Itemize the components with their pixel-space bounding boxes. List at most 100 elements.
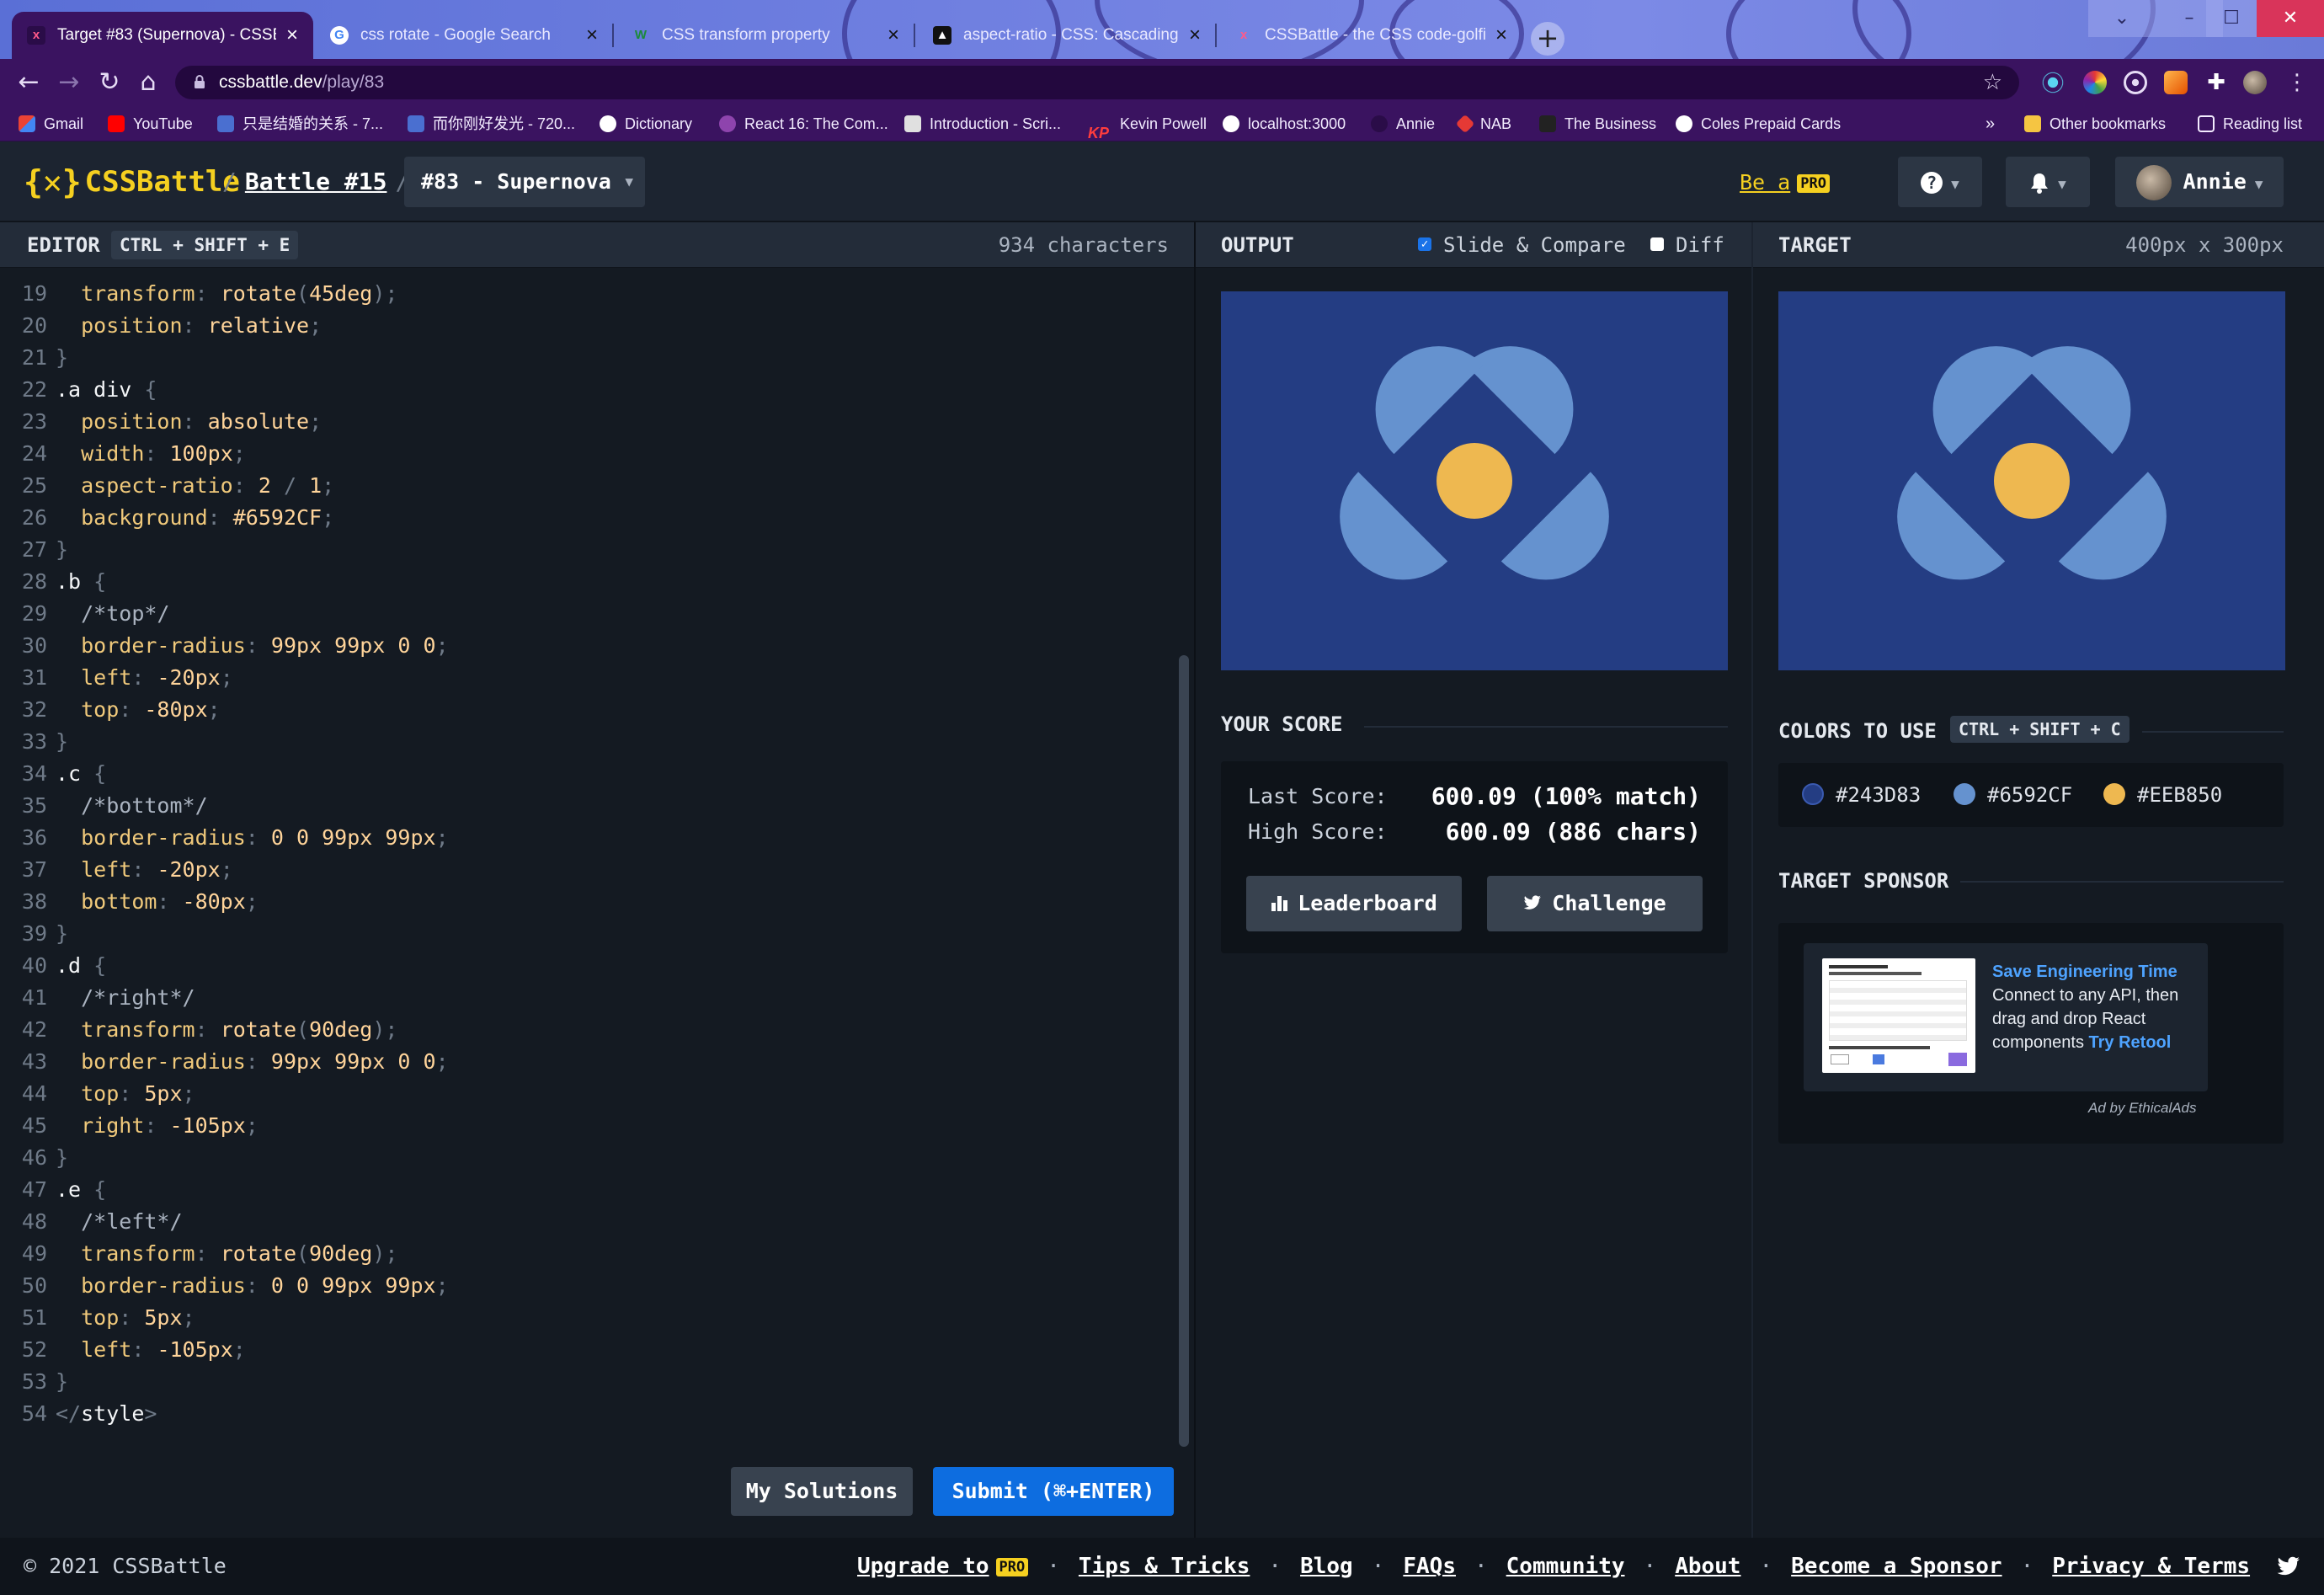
target-select[interactable]: #83 - Supernova ▼ xyxy=(404,157,645,207)
ad-cta-link[interactable]: Try Retool xyxy=(2089,1033,2172,1052)
user-menu-button[interactable]: Annie ▼ xyxy=(2115,157,2284,207)
profile-avatar-icon[interactable] xyxy=(2243,71,2267,94)
help-menu-button[interactable]: ? ▼ xyxy=(1898,157,1982,207)
bookmark-introduction[interactable]: Introduction - Scri... xyxy=(904,106,1061,141)
editor-scrollbar[interactable] xyxy=(1179,655,1189,1447)
code-line[interactable]: border-radius: 0 0 99px 99px; xyxy=(56,1273,449,1298)
color-picker-extension-icon[interactable] xyxy=(2083,71,2107,94)
footer-link-sponsor[interactable]: Become a Sponsor xyxy=(1791,1554,2002,1579)
reading-list[interactable]: Reading list xyxy=(2198,106,2302,141)
code-line[interactable]: aspect-ratio: 2 / 1; xyxy=(56,473,334,498)
code-line[interactable]: } xyxy=(56,537,68,562)
code-line[interactable]: top: -80px; xyxy=(56,697,221,722)
bookmark-star-icon[interactable]: ☆ xyxy=(1983,66,2002,99)
tab-cssbattle-target[interactable]: x Target #83 (Supernova) - CSSBattle × xyxy=(12,12,313,59)
footer-link-community[interactable]: Community xyxy=(1506,1554,1625,1579)
code-line[interactable]: .e { xyxy=(56,1177,106,1202)
sponsor-ad[interactable]: Save Engineering Time Connect to any API… xyxy=(1804,943,2208,1091)
browser-menu-icon[interactable]: ⋮ xyxy=(2282,67,2312,98)
code-line[interactable]: border-radius: 0 0 99px 99px; xyxy=(56,825,449,850)
be-a-pro-link[interactable]: Be a PRO xyxy=(1740,168,1830,197)
checkbox-checked-icon[interactable]: ✓ xyxy=(1418,237,1431,251)
footer-link-privacy[interactable]: Privacy & Terms xyxy=(2052,1554,2250,1579)
bookmark-youtube[interactable]: YouTube xyxy=(108,106,193,141)
code-line[interactable]: transform: rotate(90deg); xyxy=(56,1017,397,1042)
code-line[interactable]: } xyxy=(56,729,68,754)
tab-cssbattle-home[interactable]: x CSSBattle - the CSS code-golfing × xyxy=(1219,12,1522,59)
leaderboard-button[interactable]: Leaderboard xyxy=(1246,876,1462,931)
code-line[interactable]: left: -20px; xyxy=(56,857,233,882)
close-tab-icon[interactable]: × xyxy=(1189,24,1201,47)
target-extension-icon[interactable] xyxy=(2124,71,2147,94)
code-line[interactable]: .b { xyxy=(56,569,106,594)
code-line[interactable]: } xyxy=(56,1145,68,1170)
code-line[interactable]: } xyxy=(56,921,68,946)
bookmark-video-1[interactable]: 只是结婚的关系 - 7... xyxy=(217,106,383,141)
bookmark-annie[interactable]: Annie xyxy=(1371,106,1435,141)
code-line[interactable]: </style> xyxy=(56,1401,157,1426)
code-line[interactable]: width: 100px; xyxy=(56,441,246,466)
close-tab-icon[interactable]: × xyxy=(586,24,598,47)
footer-link-blog[interactable]: Blog xyxy=(1300,1554,1353,1579)
code-line[interactable]: left: -105px; xyxy=(56,1337,246,1362)
checkbox-unchecked-icon[interactable] xyxy=(1650,237,1664,251)
code-line[interactable]: position: absolute; xyxy=(56,409,322,434)
puzzle-extensions-icon[interactable]: ✚ xyxy=(2204,71,2228,94)
my-solutions-button[interactable]: My Solutions xyxy=(731,1467,913,1516)
panel-divider[interactable] xyxy=(1194,222,1196,1538)
bookmark-kevin-powell[interactable]: KP Kevin Powell xyxy=(1088,106,1207,141)
bookmark-video-2[interactable]: 而你刚好发光 - 720... xyxy=(408,106,575,141)
reload-icon[interactable]: ↻ xyxy=(94,67,125,98)
cssbattle-logo[interactable]: {✕} CSSBattle xyxy=(24,162,240,202)
ad-attribution[interactable]: Ad by EthicalAds xyxy=(2088,1100,2197,1117)
react-devtools-icon[interactable] xyxy=(2041,71,2065,94)
maximize-button[interactable]: ☐ xyxy=(2206,0,2257,37)
bookmark-the-business[interactable]: The Business xyxy=(1539,106,1656,141)
code-line[interactable]: /*top*/ xyxy=(56,601,169,626)
url-bar[interactable]: cssbattle.dev/play/83 ☆ xyxy=(175,66,2019,99)
color-swatch[interactable]: #EEB850 xyxy=(2103,763,2222,827)
footer-link-upgrade[interactable]: Upgrade to PRO xyxy=(857,1554,1029,1579)
back-icon[interactable]: ← xyxy=(13,67,44,98)
challenge-button[interactable]: Challenge xyxy=(1487,876,1703,931)
code-line[interactable]: top: 5px; xyxy=(56,1305,195,1330)
bookmark-gmail[interactable]: Gmail xyxy=(19,106,83,141)
bookmark-dictionary[interactable]: Dictionary xyxy=(600,106,692,141)
code-line[interactable]: /*right*/ xyxy=(56,985,195,1010)
submit-button[interactable]: Submit (⌘+ENTER) xyxy=(933,1467,1174,1516)
code-line[interactable]: .a div { xyxy=(56,377,157,402)
code-line[interactable]: border-radius: 99px 99px 0 0; xyxy=(56,633,449,658)
close-tab-icon[interactable]: × xyxy=(286,24,298,47)
code-line[interactable]: .d { xyxy=(56,953,106,978)
panel-divider[interactable] xyxy=(1751,222,1753,1538)
color-swatch[interactable]: #243D83 xyxy=(1802,763,1921,827)
close-tab-icon[interactable]: × xyxy=(887,24,899,47)
bookmark-nab[interactable]: NAB xyxy=(1455,106,1511,141)
code-line[interactable]: /*bottom*/ xyxy=(56,793,208,818)
code-line[interactable]: } xyxy=(56,1369,68,1394)
battle-link[interactable]: Battle #15 xyxy=(245,168,387,195)
footer-link-tips[interactable]: Tips & Tricks xyxy=(1079,1554,1250,1579)
code-line[interactable]: border-radius: 99px 99px 0 0; xyxy=(56,1049,449,1074)
code-line[interactable]: right: -105px; xyxy=(56,1113,259,1138)
tab-search-icon[interactable]: ⌄ xyxy=(2088,0,2156,37)
close-tab-icon[interactable]: × xyxy=(1495,24,1507,47)
home-icon[interactable]: ⌂ xyxy=(133,67,163,98)
tab-google-search[interactable]: G css rotate - Google Search × xyxy=(315,12,614,59)
bookmark-coles[interactable]: Coles Prepaid Cards xyxy=(1676,106,1841,141)
output-preview[interactable] xyxy=(1221,291,1728,670)
notifications-button[interactable]: ▼ xyxy=(2006,157,2090,207)
slide-compare-toggle[interactable]: ✓ Slide & Compare xyxy=(1418,222,1626,268)
twitter-icon[interactable] xyxy=(2277,1555,2300,1578)
code-line[interactable]: /*left*/ xyxy=(56,1209,182,1234)
forward-icon[interactable]: → xyxy=(54,67,84,98)
new-tab-button[interactable]: + xyxy=(1531,22,1564,56)
footer-link-about[interactable]: About xyxy=(1675,1554,1740,1579)
code-line[interactable]: transform: rotate(45deg); xyxy=(56,281,397,306)
color-swatch[interactable]: #6592CF xyxy=(1954,763,2072,827)
code-line[interactable]: bottom: -80px; xyxy=(56,889,259,914)
footer-link-faqs[interactable]: FAQs xyxy=(1403,1554,1456,1579)
code-line[interactable]: left: -20px; xyxy=(56,665,233,690)
tab-css-transform[interactable]: W CSS transform property × xyxy=(616,12,915,59)
diff-toggle[interactable]: Diff xyxy=(1650,222,1724,268)
